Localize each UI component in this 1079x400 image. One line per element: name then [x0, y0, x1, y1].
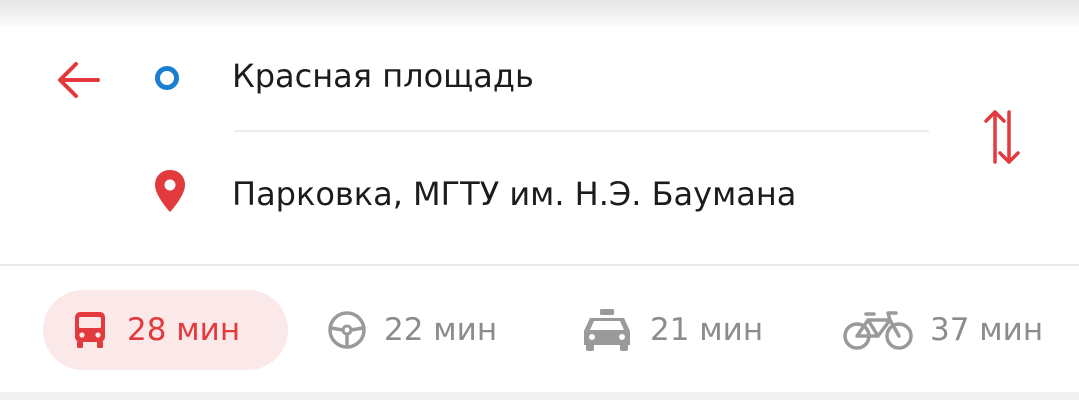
route-panel: Красная площадь Парковка, МГТУ им. Н.Э. …	[0, 26, 1079, 392]
swap-arrows-icon	[984, 110, 1020, 164]
origin-field[interactable]: Красная площадь	[232, 48, 842, 104]
top-shadow	[0, 0, 1079, 26]
mode-bike-time: 37 мин	[930, 312, 1044, 348]
swap-route-button[interactable]	[976, 106, 1028, 168]
origin-value: Красная площадь	[232, 57, 534, 95]
destination-pin-icon	[152, 168, 188, 214]
transport-mode-bar: 28 мин 22 мин 21 мин 37 мин	[0, 284, 1079, 378]
steering-wheel-icon	[328, 311, 366, 349]
destination-value: Парковка, МГТУ им. Н.Э. Баумана	[232, 175, 797, 213]
taxi-icon	[584, 309, 630, 351]
mode-car[interactable]: 22 мин	[326, 290, 526, 370]
mode-car-time: 22 мин	[384, 312, 498, 348]
mode-transit[interactable]: 28 мин	[43, 290, 288, 370]
bus-icon	[75, 312, 105, 348]
mode-taxi[interactable]: 21 мин	[580, 290, 790, 370]
section-divider	[0, 264, 1079, 266]
back-button[interactable]	[52, 58, 104, 102]
destination-field[interactable]: Парковка, МГТУ им. Н.Э. Баумана	[232, 166, 842, 222]
bicycle-icon	[843, 311, 913, 350]
mode-taxi-time: 21 мин	[650, 312, 764, 348]
arrow-left-icon	[58, 62, 100, 98]
mode-transit-time: 28 мин	[127, 312, 241, 348]
origin-dot-icon	[155, 66, 179, 90]
mode-bike[interactable]: 37 мин	[842, 290, 1072, 370]
divider	[234, 130, 929, 132]
